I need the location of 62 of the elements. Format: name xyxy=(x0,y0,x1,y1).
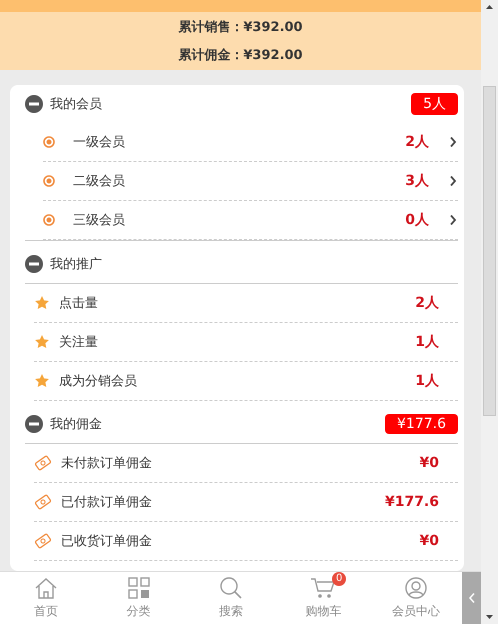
item-value: ¥177.6 xyxy=(384,494,439,510)
home-icon xyxy=(34,577,58,599)
item-value: 3人 xyxy=(405,172,429,190)
section-title: 我的推广 xyxy=(50,256,103,273)
cart-icon xyxy=(310,577,336,599)
scrollbar[interactable] xyxy=(481,0,498,624)
item-value: 1人 xyxy=(415,372,439,390)
summary-text: 累计销售：¥392.00 xyxy=(178,19,303,36)
collapse-icon[interactable] xyxy=(25,95,43,113)
list-item[interactable]: 已收货订单佣金 ¥0 xyxy=(34,522,458,561)
item-label: 已付款订单佣金 xyxy=(61,494,153,511)
item-label: 未付款订单佣金 xyxy=(61,455,153,472)
list-item[interactable]: 二级会员 3人 xyxy=(43,162,458,201)
list-item[interactable]: 点击量 2人 xyxy=(34,284,458,323)
target-icon xyxy=(43,175,55,187)
grid-icon xyxy=(128,577,150,599)
collapse-icon[interactable] xyxy=(25,415,43,433)
chevron-icon xyxy=(449,175,457,187)
scroll-thumb[interactable] xyxy=(483,86,496,416)
nav-tab[interactable]: 首页 xyxy=(0,572,92,624)
item-label: 已收货订单佣金 xyxy=(61,533,153,550)
total-badge: 5人 xyxy=(411,93,458,115)
money-icon xyxy=(34,455,52,471)
nav-tab[interactable]: 0 购物车 xyxy=(277,572,370,624)
list-item[interactable]: 未付款订单佣金 ¥0 xyxy=(34,444,458,483)
item-value: 2人 xyxy=(415,294,439,312)
search-icon xyxy=(219,576,244,600)
item-label: 二级会员 xyxy=(73,173,126,190)
target-icon xyxy=(43,214,55,226)
item-value: 1人 xyxy=(415,333,439,351)
item-label: 点击量 xyxy=(59,295,99,312)
star-icon xyxy=(34,295,50,311)
item-label: 关注量 xyxy=(59,334,99,351)
chevron-icon xyxy=(468,592,476,604)
count-badge: 0 xyxy=(332,572,346,586)
total-badge: ¥177.6 xyxy=(385,414,458,434)
list-item[interactable]: 已付款订单佣金 ¥177.6 xyxy=(34,483,458,522)
nav-tab[interactable]: 会员中心 xyxy=(370,572,462,624)
item-value: ¥0 xyxy=(420,533,439,549)
nav-tab[interactable]: 搜索 xyxy=(184,572,278,624)
money-icon xyxy=(34,494,52,510)
item-value: 0人 xyxy=(405,211,429,229)
chevron-icon xyxy=(449,136,457,148)
star-icon xyxy=(34,334,50,350)
item-label: 三级会员 xyxy=(73,212,126,229)
item-label: 成为分销会员 xyxy=(59,373,138,390)
item-value: ¥0 xyxy=(420,455,439,471)
collapse-icon[interactable] xyxy=(25,255,43,273)
list-item[interactable]: 关注量 1人 xyxy=(34,323,458,362)
star-icon xyxy=(34,373,50,389)
section-title: 我的会员 xyxy=(50,96,103,113)
user-icon xyxy=(404,577,427,599)
list-item[interactable]: 一级会员 2人 xyxy=(43,123,458,162)
chevron-icon xyxy=(449,214,457,226)
money-icon xyxy=(34,533,52,549)
section-title: 我的佣金 xyxy=(50,416,103,433)
target-icon xyxy=(43,136,55,148)
list-item[interactable]: 成为分销会员 1人 xyxy=(34,362,458,401)
item-value: 2人 xyxy=(405,133,429,151)
nav-tab[interactable]: 分类 xyxy=(92,572,185,624)
item-label: 一级会员 xyxy=(73,134,126,151)
summary-text: 累计佣金：¥392.00 xyxy=(178,47,303,64)
